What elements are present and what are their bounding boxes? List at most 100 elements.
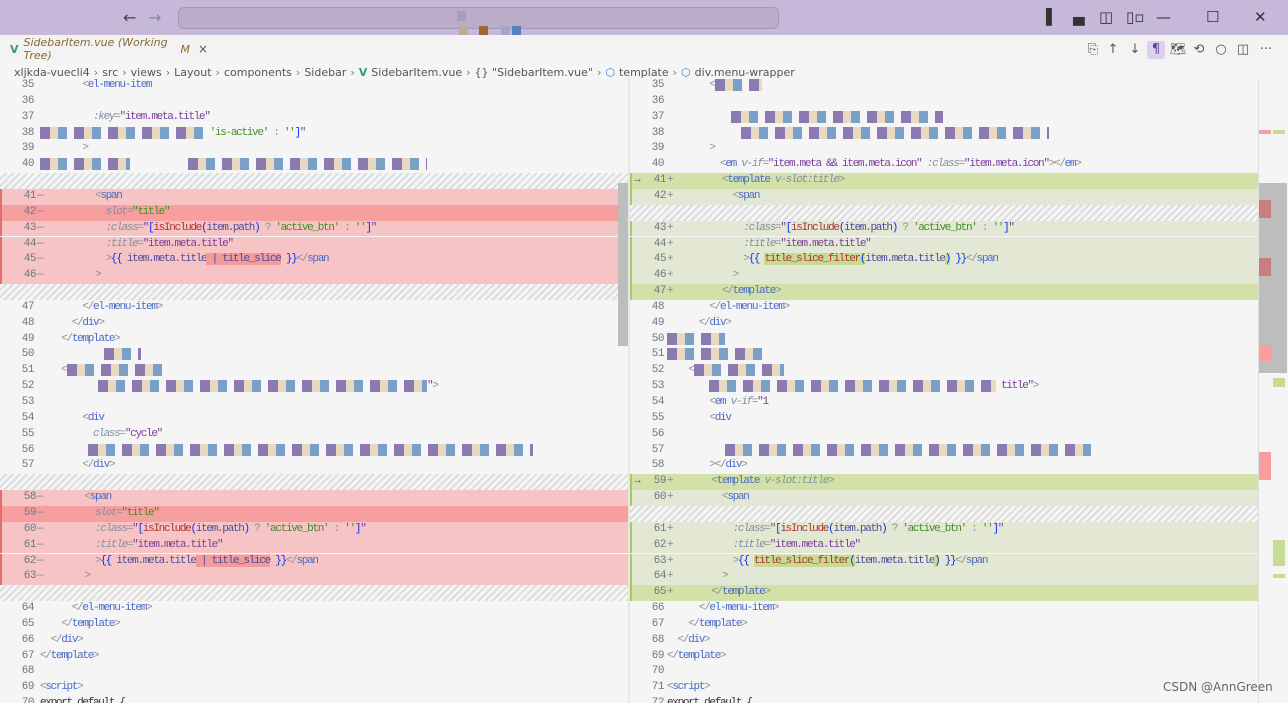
code-text[interactable]: 'is-active' : '']"	[40, 126, 306, 142]
code-text[interactable]: </template>	[669, 284, 782, 300]
code-text[interactable]: :class="[isInclude(item.path) ? 'active_…	[42, 221, 378, 237]
revert-change-arrow-icon[interactable]: →	[634, 474, 641, 490]
revert-icon[interactable]: ⟲	[1190, 41, 1208, 59]
code-text[interactable]: </el-menu-item>	[40, 601, 153, 617]
code-text[interactable]	[40, 157, 427, 173]
code-text[interactable]: slot="title"	[42, 506, 160, 522]
previous-change-icon[interactable]: ↑	[1104, 41, 1122, 59]
code-text[interactable]: >	[42, 268, 102, 284]
breadcrumb-item[interactable]: xljkda-vuecli4	[14, 66, 90, 79]
code-text[interactable]: <span	[42, 189, 123, 205]
breadcrumb-item[interactable]: {} "SidebarItem.vue"	[475, 66, 593, 79]
code-text[interactable]: </template>	[667, 649, 727, 665]
next-change-icon[interactable]: ↓	[1126, 41, 1144, 59]
code-text[interactable]: :class="[isInclude(item.path) ? 'active_…	[669, 221, 1015, 237]
code-text[interactable]: </template>	[40, 649, 100, 665]
code-text[interactable]: </div>	[40, 633, 84, 649]
code-text[interactable]: title">	[667, 379, 1039, 395]
code-text[interactable]: </template>	[667, 617, 748, 633]
code-text[interactable]: <el-menu-item	[40, 78, 152, 94]
code-text[interactable]: <template v-slot:title>	[669, 173, 845, 189]
customize-layout-icon[interactable]: ▯▫	[1126, 8, 1144, 26]
code-text[interactable]: </el-menu-item>	[667, 601, 780, 617]
forward-button[interactable]: →	[148, 8, 161, 27]
code-text[interactable]: class="cycle"	[40, 427, 163, 443]
code-text[interactable]: :class="[isInclude(item.path) ? 'active_…	[42, 522, 367, 538]
code-text[interactable]: ">	[40, 379, 439, 395]
breadcrumb-item[interactable]: div.menu-wrapper	[695, 66, 795, 79]
code-text[interactable]: <	[40, 363, 168, 379]
code-text[interactable]: :title="item.meta.title"	[42, 538, 224, 554]
code-text[interactable]: >{{ title_slice_filter(item.meta.title) …	[669, 252, 999, 268]
back-button[interactable]: ←	[123, 8, 136, 27]
code-text[interactable]: </template>	[40, 617, 121, 633]
close-tab-icon[interactable]: ×	[198, 42, 208, 56]
code-text[interactable]: <span	[42, 490, 112, 506]
code-text[interactable]: :title="item.meta.title"	[669, 237, 872, 253]
breadcrumb-item[interactable]: Sidebar	[304, 66, 346, 79]
close-button[interactable]: ✕	[1254, 8, 1267, 26]
code-text[interactable]: </div>	[40, 316, 105, 332]
code-text[interactable]: <span	[669, 189, 761, 205]
revert-change-arrow-icon[interactable]: →	[634, 173, 641, 189]
code-text[interactable]: >	[667, 141, 716, 157]
code-text[interactable]: export default {	[40, 696, 126, 703]
code-text[interactable]: :class="[isInclude(item.path) ? 'active_…	[669, 522, 1005, 538]
code-text[interactable]: >	[42, 569, 91, 585]
code-text[interactable]: <div	[40, 411, 105, 427]
toggle-primary-sidebar-icon[interactable]: ▌	[1046, 8, 1058, 26]
code-text[interactable]: </div>	[667, 316, 732, 332]
code-text[interactable]: <	[667, 78, 763, 94]
code-text[interactable]: </template>	[669, 585, 771, 601]
breadcrumb-item[interactable]: SidebarItem.vue	[371, 66, 462, 79]
code-text[interactable]: :title="item.meta.title"	[42, 237, 235, 253]
original-editor-pane[interactable]: 35 <el-menu-item 36 37 :key="item.meta.tit…	[0, 78, 628, 703]
code-text[interactable]: </div>	[40, 458, 115, 474]
code-text[interactable]: </el-menu-item>	[40, 300, 163, 316]
code-text[interactable]: >	[669, 268, 740, 284]
code-text[interactable]: <div	[667, 411, 732, 427]
code-text[interactable]: </div>	[667, 633, 711, 649]
open-file-icon[interactable]: ⎘	[1084, 41, 1102, 59]
code-text[interactable]: </template>	[40, 332, 121, 348]
toggle-secondary-sidebar-icon[interactable]: ◫	[1099, 8, 1113, 26]
code-text[interactable]	[667, 110, 943, 126]
tab-sidebaritem-diff[interactable]: V SidebarItem.vue (Working Tree) M ×	[0, 35, 208, 63]
left-scrollbar[interactable]	[618, 183, 628, 346]
code-text[interactable]: <script>	[667, 680, 711, 696]
code-text[interactable]: :title="item.meta.title"	[669, 538, 862, 554]
breadcrumb-item[interactable]: template	[619, 66, 669, 79]
code-text[interactable]: <em v-if="1	[667, 395, 769, 411]
code-text[interactable]	[667, 347, 763, 363]
code-text[interactable]: <script>	[40, 680, 84, 696]
code-text[interactable]: <	[667, 363, 784, 379]
breadcrumb-item[interactable]: src	[102, 66, 118, 79]
code-text[interactable]: </el-menu-item>	[667, 300, 790, 316]
code-text[interactable]: <span	[669, 490, 750, 506]
code-text[interactable]: <template v-slot:title>	[669, 474, 834, 490]
code-text[interactable]	[667, 126, 1049, 142]
code-text[interactable]: >	[40, 141, 89, 157]
toggle-panel-icon[interactable]: ▄	[1073, 8, 1085, 26]
minimize-button[interactable]: —	[1156, 8, 1171, 26]
stage-icon[interactable]: ○	[1212, 41, 1230, 59]
code-text[interactable]	[667, 443, 1092, 459]
show-whitespace-icon[interactable]: ¶	[1147, 41, 1165, 59]
code-text[interactable]	[667, 332, 726, 348]
breadcrumb-item[interactable]: Layout	[174, 66, 211, 79]
split-editor-icon[interactable]: ◫	[1234, 41, 1252, 59]
code-text[interactable]: export default {	[667, 696, 753, 703]
modified-editor-pane[interactable]: 35 < 36 37 38 39 >40 <em v-if="item.meta …	[630, 78, 1258, 703]
code-text[interactable]: >{{ item.meta.title | title_slice }}</sp…	[42, 252, 330, 268]
code-text[interactable]	[40, 443, 534, 459]
command-center-search[interactable]	[178, 7, 779, 36]
code-text[interactable]: slot="title"	[42, 205, 171, 221]
code-text[interactable]: >{{ title_slice_filter(item.meta.title) …	[669, 554, 988, 570]
code-text[interactable]: >{{ item.meta.title | title_slice }}</sp…	[42, 554, 319, 570]
maximize-button[interactable]: ☐	[1206, 8, 1219, 26]
breadcrumb-item[interactable]: views	[131, 66, 162, 79]
code-text[interactable]: :key="item.meta.title"	[40, 110, 211, 126]
more-actions-icon[interactable]: ···	[1257, 41, 1275, 59]
toggle-minimap-icon[interactable]: 🗺	[1169, 41, 1187, 59]
code-text[interactable]: ></div>	[667, 458, 748, 474]
